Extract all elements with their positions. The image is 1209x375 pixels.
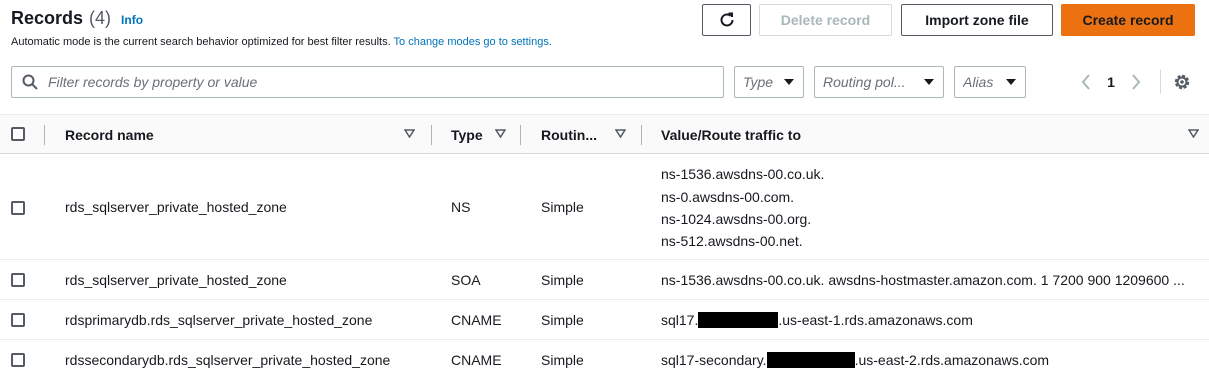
record-name: rdsprimarydb.rds_sqlserver_private_hoste… [65, 312, 373, 328]
chevron-right-icon[interactable] [1126, 72, 1146, 92]
type-filter-label: Type [743, 74, 774, 90]
table-row[interactable]: rds_sqlserver_private_hosted_zone NS Sim… [0, 154, 1209, 260]
column-header-type[interactable]: Type [451, 115, 483, 155]
column-header-routing[interactable]: Routin... [541, 115, 597, 155]
record-value: sql17. .us-east-1.rds.amazonaws.com [661, 312, 973, 328]
column-label: Record name [65, 127, 154, 143]
sort-icon[interactable] [495, 129, 506, 138]
caret-down-icon [924, 79, 934, 85]
value-suffix: .us-east-1.rds.amazonaws.com [778, 312, 973, 328]
column-separator [520, 125, 521, 145]
record-value-line: ns-1536.awsdns-00.co.uk. [661, 166, 825, 182]
redaction-box [766, 352, 855, 368]
refresh-icon [720, 12, 733, 27]
row-checkbox[interactable] [11, 353, 25, 367]
record-routing: Simple [541, 199, 584, 215]
filter-search-box[interactable] [11, 66, 724, 98]
record-value-line: ns-0.awsdns-00.com. [661, 189, 795, 205]
pagination: 1 [1076, 66, 1146, 98]
sort-icon[interactable] [404, 129, 415, 138]
current-page-number[interactable]: 1 [1096, 74, 1126, 90]
record-name: rds_sqlserver_private_hosted_zone [65, 199, 287, 215]
sort-icon[interactable] [1188, 129, 1199, 138]
record-name: rdssecondarydb.rds_sqlserver_private_hos… [65, 352, 391, 368]
row-checkbox[interactable] [11, 273, 25, 287]
column-header-record-name[interactable]: Record name [65, 115, 154, 155]
settings-link[interactable]: To change modes go to settings. [394, 36, 552, 48]
column-separator [431, 125, 432, 145]
info-link[interactable]: Info [121, 13, 143, 27]
record-type: NS [451, 199, 471, 215]
record-routing: Simple [541, 352, 584, 368]
record-routing: Simple [541, 272, 584, 288]
title-row: Records (4) Info [11, 8, 143, 29]
select-all-checkbox[interactable] [11, 127, 25, 141]
routing-policy-filter-select[interactable]: Routing pol... [814, 66, 944, 98]
description-text: Automatic mode is the current search beh… [11, 36, 391, 48]
gear-icon[interactable] [1172, 72, 1192, 92]
value-suffix: .us-east-2.rds.amazonaws.com [854, 352, 1050, 368]
page-title: Records [11, 8, 84, 28]
row-checkbox[interactable] [11, 201, 25, 215]
type-filter-select[interactable]: Type [734, 66, 804, 98]
import-zone-file-button[interactable]: Import zone file [901, 4, 1053, 36]
records-table: Record name Type Routin... Value/Route t… [0, 114, 1209, 375]
record-type: SOA [451, 272, 481, 288]
search-input[interactable] [48, 74, 688, 90]
record-type: CNAME [451, 312, 502, 328]
value-prefix: sql17. [661, 312, 699, 328]
table-row[interactable]: rds_sqlserver_private_hosted_zone SOA Si… [0, 260, 1209, 300]
column-header-value[interactable]: Value/Route traffic to [661, 115, 801, 155]
record-routing: Simple [541, 312, 584, 328]
search-mode-description: Automatic mode is the current search beh… [11, 36, 552, 48]
record-value-line: ns-512.awsdns-00.net. [661, 233, 803, 249]
routing-filter-label: Routing pol... [823, 74, 906, 90]
caret-down-icon [1006, 79, 1016, 85]
column-label: Type [451, 127, 483, 143]
create-record-button[interactable]: Create record [1061, 4, 1195, 36]
chevron-left-icon[interactable] [1076, 72, 1096, 92]
column-separator [641, 125, 642, 145]
value-prefix: sql17-secondary. [661, 352, 767, 368]
table-header: Record name Type Routin... Value/Route t… [0, 114, 1209, 154]
redaction-box [698, 312, 779, 328]
pager-divider [1160, 70, 1161, 94]
row-checkbox[interactable] [11, 313, 25, 327]
record-count: (4) [89, 8, 112, 28]
search-icon [22, 74, 38, 90]
alias-filter-select[interactable]: Alias [954, 66, 1026, 98]
refresh-button[interactable] [702, 4, 751, 36]
record-value: sql17-secondary. .us-east-2.rds.amazonaws… [661, 352, 1049, 368]
column-separator [44, 125, 45, 145]
sort-icon[interactable] [615, 129, 626, 138]
alias-filter-label: Alias [963, 74, 994, 90]
column-label: Routin... [541, 127, 597, 143]
table-row[interactable]: rdssecondarydb.rds_sqlserver_private_hos… [0, 340, 1209, 375]
column-label: Value/Route traffic to [661, 127, 802, 143]
delete-record-button[interactable]: Delete record [759, 4, 892, 36]
table-row[interactable]: rdsprimarydb.rds_sqlserver_private_hoste… [0, 300, 1209, 340]
record-value: ns-1536.awsdns-00.co.uk. awsdns-hostmast… [661, 272, 1185, 288]
page-header: Records (4) Info Automatic mode is the c… [0, 0, 1209, 60]
record-name: rds_sqlserver_private_hosted_zone [65, 272, 287, 288]
caret-down-icon [784, 79, 794, 85]
record-type: CNAME [451, 352, 502, 368]
record-value-line: ns-1024.awsdns-00.org. [661, 211, 812, 227]
